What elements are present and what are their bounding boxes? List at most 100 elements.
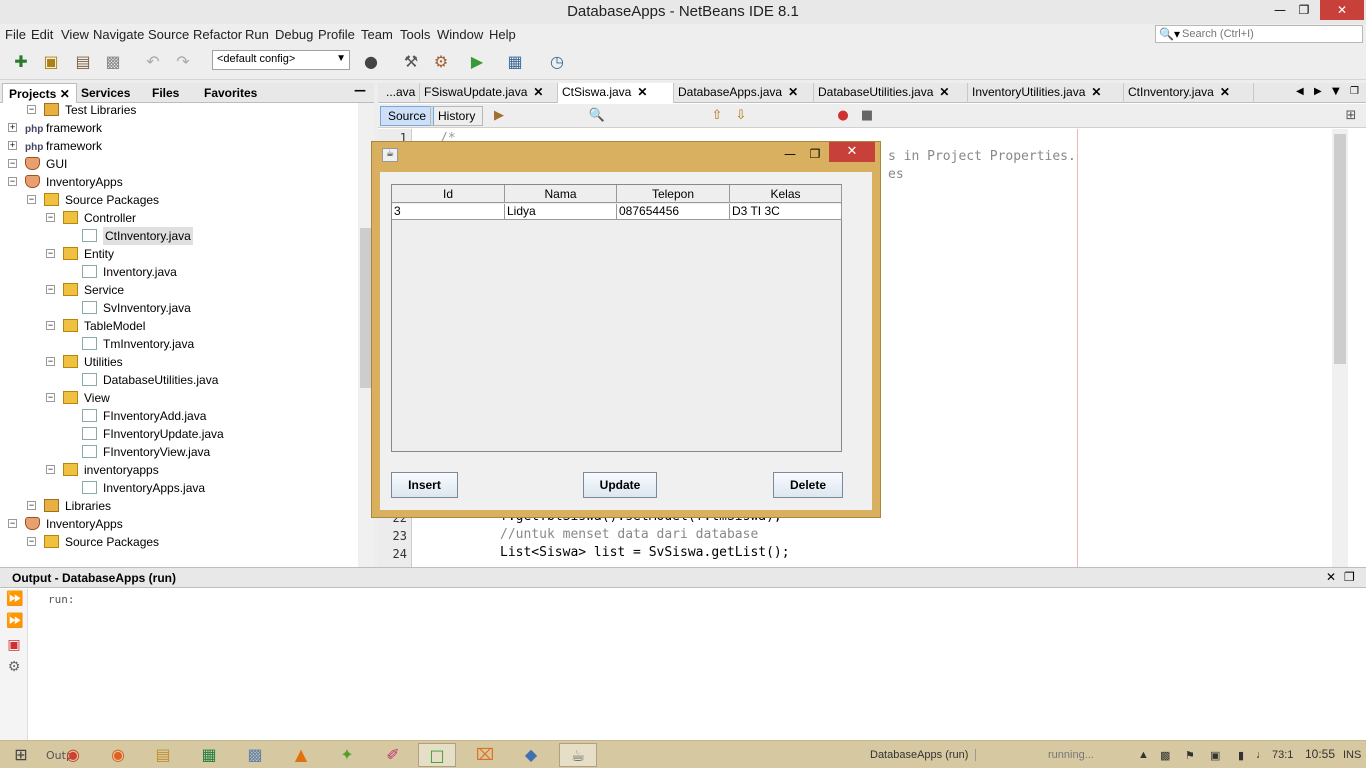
expand-toggle-icon[interactable]: −	[27, 195, 36, 204]
debug-icon[interactable]: ▦	[502, 50, 528, 74]
rerun-icon[interactable]: ⏩	[6, 591, 23, 607]
close-icon[interactable]: ✕	[1220, 85, 1230, 99]
column-header-nama[interactable]: Nama	[505, 185, 617, 203]
menu-help[interactable]: Help	[489, 27, 516, 42]
record-macro-icon[interactable]: ●	[830, 104, 856, 128]
clean-build-icon[interactable]: ⚙	[428, 50, 454, 74]
tab-files[interactable]: Files	[146, 83, 185, 103]
excel-icon[interactable]: ▦	[190, 743, 228, 767]
flag-icon[interactable]: ⚑	[1185, 749, 1195, 762]
tree-node[interactable]: TmInventory.java	[0, 335, 358, 353]
search-field[interactable]: 🔍▾	[1155, 25, 1363, 43]
close-icon[interactable]: ✕	[60, 87, 70, 101]
java-app-icon[interactable]: ☕	[559, 743, 597, 767]
tree-leaf-icon[interactable]	[65, 303, 74, 312]
tree-node[interactable]: − InventoryApps	[0, 173, 358, 191]
clock[interactable]: 10:55	[1305, 747, 1335, 761]
table-cell-id[interactable]: 3	[392, 204, 505, 220]
close-button[interactable]: ✕	[1320, 0, 1364, 20]
expand-toggle-icon[interactable]: +	[8, 123, 17, 132]
volume-icon[interactable]: ♩	[1256, 749, 1267, 761]
line-icon[interactable]: □	[418, 743, 456, 767]
tree-node[interactable]: CtInventory.java	[0, 227, 358, 245]
column-header-kelas[interactable]: Kelas	[730, 185, 842, 203]
tree-node[interactable]: FInventoryView.java	[0, 443, 358, 461]
tree-node[interactable]: − Controller	[0, 209, 358, 227]
expand-toggle-icon[interactable]: −	[46, 321, 55, 330]
menu-debug[interactable]: Debug	[275, 27, 313, 42]
tree-node[interactable]: Inventory.java	[0, 263, 358, 281]
dialog-minimize-button[interactable]: —	[777, 145, 803, 163]
tree-node[interactable]: − Test Libraries	[0, 103, 358, 119]
delete-button[interactable]: Delete	[773, 472, 843, 498]
expand-toggle-icon[interactable]: −	[27, 501, 36, 510]
expand-toggle-icon[interactable]: −	[46, 393, 55, 402]
tree-node[interactable]: − Libraries	[0, 497, 358, 515]
stop-macro-icon[interactable]: ■	[854, 104, 880, 128]
menu-run[interactable]: Run	[245, 27, 269, 42]
menu-view[interactable]: View	[61, 27, 89, 42]
tree-node[interactable]: − View	[0, 389, 358, 407]
new-project-icon[interactable]: ▣	[38, 50, 64, 74]
editor-tab[interactable]: InventoryUtilities.java ✕	[968, 83, 1124, 103]
expand-toggle-icon[interactable]: −	[8, 177, 17, 186]
config-select[interactable]: <default config> ▼	[212, 50, 350, 70]
restore-icon[interactable]: ❐	[1344, 570, 1355, 584]
build-hammer-icon[interactable]: ⚒	[398, 50, 424, 74]
battery-icon[interactable]: ▮	[1238, 749, 1244, 762]
minimize-panel-icon[interactable]: —	[354, 83, 366, 97]
dialog-close-button[interactable]: ✕	[829, 142, 875, 162]
tab-projects[interactable]: Projects ✕	[2, 83, 77, 103]
prev-bookmark-icon[interactable]: ⇧	[704, 104, 730, 128]
tree-leaf-icon[interactable]	[65, 429, 74, 438]
run-icon[interactable]: ▶	[464, 50, 490, 74]
close-icon[interactable]: ✕	[637, 85, 647, 99]
tree-node[interactable]: InventoryApps.java	[0, 479, 358, 497]
chevron-up-icon[interactable]: ▲	[1138, 749, 1149, 761]
windows-start-icon[interactable]: ⊞	[2, 743, 40, 767]
tree-node[interactable]: − TableModel	[0, 317, 358, 335]
tab-favorites[interactable]: Favorites	[198, 83, 263, 103]
table-cell-telepon[interactable]: 087654456	[617, 204, 730, 220]
siswa-table[interactable]: Id Nama Telepon Kelas 3 Lidya 087654456 …	[391, 184, 842, 452]
tree-node[interactable]: − Utilities	[0, 353, 358, 371]
paint-icon[interactable]: ✐	[374, 743, 412, 767]
xampp-icon[interactable]: ⌧	[466, 743, 504, 767]
explorer-icon[interactable]: ▤	[144, 743, 182, 767]
tree-node[interactable]: − Source Packages	[0, 533, 358, 551]
menu-edit[interactable]: Edit	[31, 27, 53, 42]
save-all-icon[interactable]: ▩	[100, 50, 126, 74]
close-icon[interactable]: ✕	[533, 85, 543, 99]
redo-icon[interactable]: ↷	[170, 50, 196, 74]
tree-leaf-icon[interactable]	[65, 447, 74, 456]
new-file-icon[interactable]: ✚	[8, 50, 34, 74]
app-icon[interactable]: ▩	[236, 743, 274, 767]
stop-icon[interactable]: ▣	[6, 637, 22, 653]
source-button[interactable]: Source	[380, 106, 435, 126]
expand-toggle-icon[interactable]: −	[8, 519, 17, 528]
update-button[interactable]: Update	[583, 472, 657, 498]
search-input[interactable]	[1182, 27, 1358, 41]
editor-tab[interactable]: CtSiswa.java ✕	[558, 83, 674, 103]
expand-toggle-icon[interactable]: −	[46, 249, 55, 258]
editor-tab[interactable]: DatabaseApps.java ✕	[674, 83, 814, 103]
menu-team[interactable]: Team	[361, 27, 393, 42]
tree-node[interactable]: − InventoryApps	[0, 515, 358, 533]
expand-toggle-icon[interactable]: −	[27, 537, 36, 546]
editor-tab[interactable]: DatabaseUtilities.java ✕	[814, 83, 968, 103]
close-icon[interactable]: ✕	[1091, 85, 1101, 99]
scroll-right-icon[interactable]: ▶	[1314, 86, 1322, 97]
scroll-left-icon[interactable]: ◀	[1296, 86, 1304, 97]
expand-toggle-icon[interactable]: −	[46, 357, 55, 366]
tree-leaf-icon[interactable]	[65, 339, 74, 348]
insert-button[interactable]: Insert	[391, 472, 458, 498]
tree-node[interactable]: SvInventory.java	[0, 299, 358, 317]
table-cell-nama[interactable]: Lidya	[505, 204, 617, 220]
expand-toggle-icon[interactable]: −	[46, 465, 55, 474]
puzzle-icon[interactable]: ✦	[328, 743, 366, 767]
tree-node[interactable]: − Entity	[0, 245, 358, 263]
tree-leaf-icon[interactable]	[65, 375, 74, 384]
expand-toggle-icon[interactable]: −	[8, 159, 17, 168]
tree-node[interactable]: + php framework	[0, 119, 358, 137]
expand-toggle-icon[interactable]: −	[27, 105, 36, 114]
